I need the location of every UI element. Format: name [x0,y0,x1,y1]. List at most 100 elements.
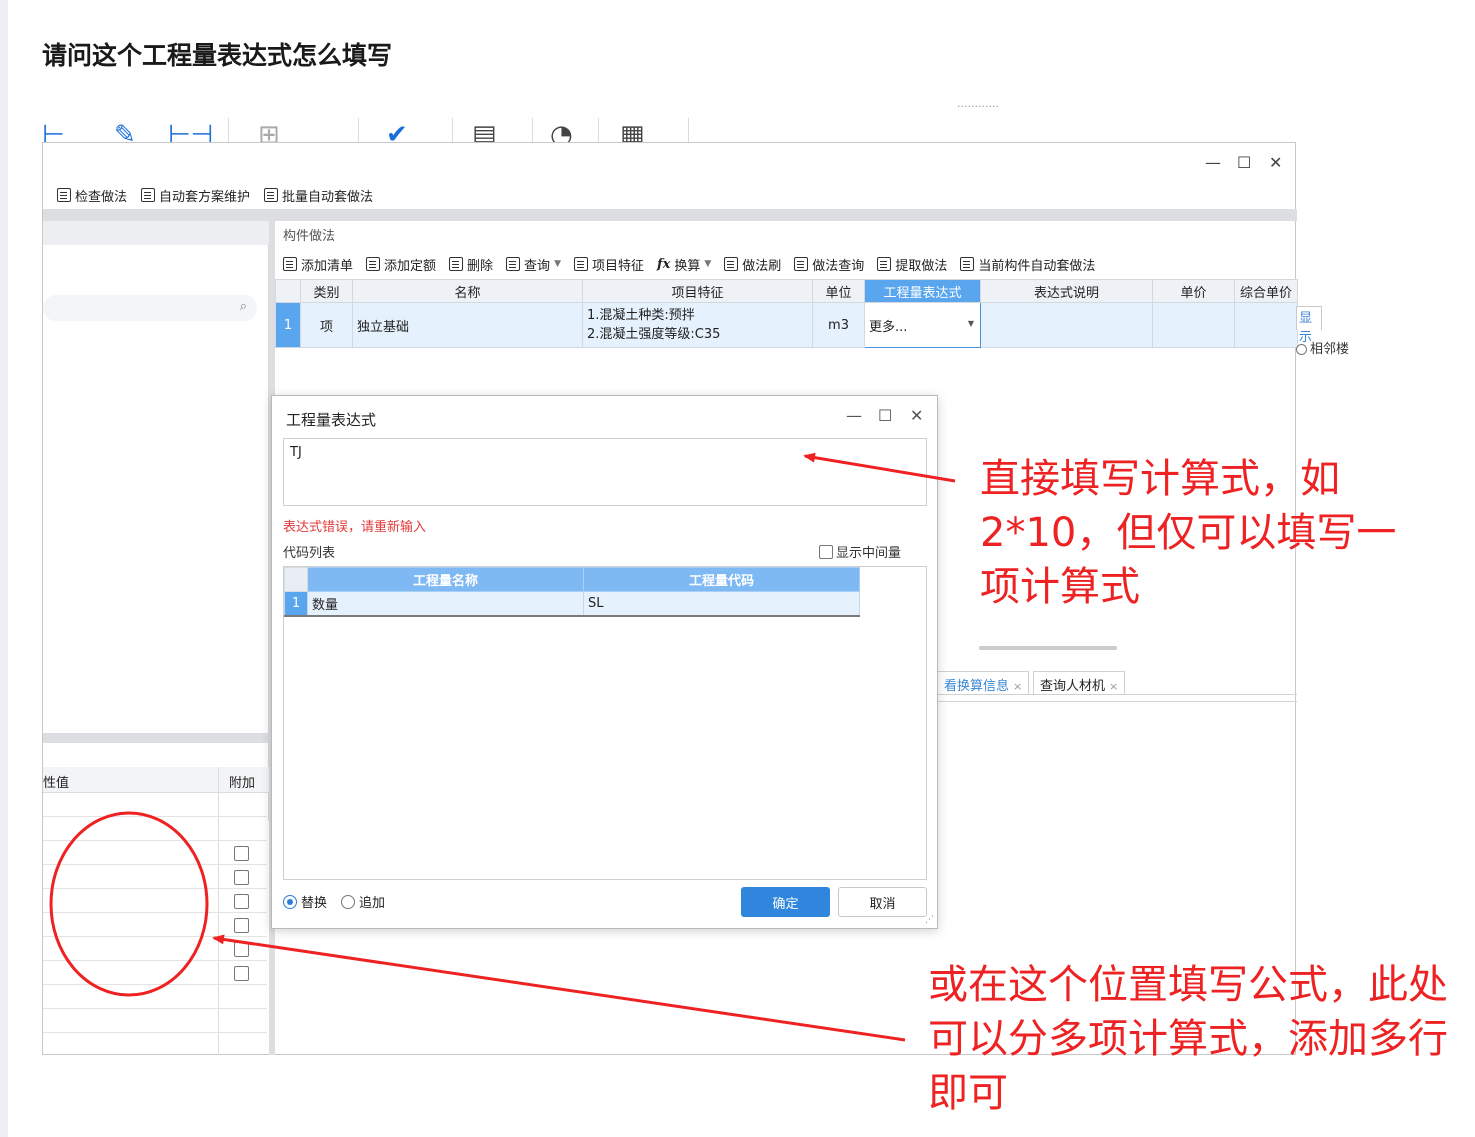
col-type[interactable]: 类别 [300,279,353,303]
bottom-tab-bar: 看换算信息 × 查询人材机 × [937,667,1297,695]
table-row[interactable]: 1 数量 SL [284,591,860,617]
annotation-note-2: 或在这个位置填写公式，此处可以分多项计算式，添加多行即可 [928,962,1448,1116]
checkbox-icon[interactable] [819,544,833,559]
left-search-input[interactable]: ⌕ [43,295,257,321]
close-tab-icon[interactable]: × [1013,680,1022,693]
radio-unselected-icon[interactable] [341,894,356,909]
horizontal-scrollbar[interactable] [979,646,1117,650]
cell-unit[interactable]: m3 [812,302,865,348]
current-auto-button[interactable]: 当前构件自动套做法 [960,255,1095,274]
feature-line-2: 2.混凝土强度等级:C35 [587,327,721,342]
error-message: 表达式错误，请重新输入 [283,520,427,535]
method-brush-button[interactable]: 做法刷 [724,255,781,274]
row-number: 1 [275,302,301,348]
page-left-strip [0,0,8,1137]
add-list-icon [283,257,297,271]
dialog-title: 工程量表达式 [286,411,377,429]
page-title: 请问这个工程量表达式怎么填写 [42,41,393,70]
col-expr-desc[interactable]: 表达式说明 [980,279,1153,303]
col-quantity-code[interactable]: 工程量代码 [583,567,860,592]
cell-type[interactable]: 项 [300,302,353,348]
extract-method-button[interactable]: 提取做法 [877,255,947,274]
grid-corner [275,279,301,303]
cell-expression-dropdown[interactable]: 更多... ▼ [864,302,981,348]
col-quantity-name[interactable]: 工程量名称 [307,567,584,592]
minimize-icon[interactable]: — [846,406,862,425]
ok-button[interactable]: 确定 [741,887,830,917]
resize-grip-icon[interactable]: ⋰ [925,915,934,925]
radio-append[interactable]: 追加 [341,892,385,911]
peek-tab[interactable]: 显示 [1296,306,1322,345]
attr-row[interactable] [43,817,267,841]
close-icon[interactable]: ✕ [910,406,923,425]
show-middle-checkbox[interactable]: 显示中间量 [819,542,901,561]
table-row[interactable]: 1 项 独立基础 1.混凝土种类:预拌 2.混凝土强度等级:C35 m3 更多.… [275,302,1298,348]
attr-checkbox[interactable] [234,942,249,957]
trash-icon [449,257,464,271]
maximize-icon[interactable]: ☐ [878,406,892,425]
feature-icon [573,257,588,271]
attr-checkbox[interactable] [234,894,249,909]
auto-scheme-button[interactable]: 自动套方案维护 [141,186,250,205]
feature-line-1: 1.混凝土种类:预拌 [587,308,695,323]
cancel-button[interactable]: 取消 [838,887,927,917]
brush-icon [724,257,739,271]
cell-quantity-code[interactable]: SL [583,591,860,617]
chevron-down-icon[interactable]: ▼ [968,319,974,328]
col-unit[interactable]: 单位 [812,279,865,303]
attr-checkbox[interactable] [234,966,249,981]
check-method-button[interactable]: 检查做法 [57,186,127,205]
attr-row[interactable] [43,985,267,1009]
extract-icon [877,257,892,271]
col-expression[interactable]: 工程量表达式 [864,279,981,303]
cell-quantity-name[interactable]: 数量 [307,591,584,617]
item-feature-button[interactable]: 项目特征 [573,255,644,274]
expression-dialog: 工程量表达式 — ☐ ✕ TJ 表达式错误，请重新输入 代码列表 显示中间量 工… [271,395,938,929]
check-icon [57,188,71,202]
expression-value: 更多... [869,319,908,335]
col-feature[interactable]: 项目特征 [582,279,813,303]
cell-expr-desc[interactable] [980,302,1153,348]
left-panel: ⌕ [43,221,269,821]
query-button[interactable]: 查询 ▼ [506,255,561,274]
radio-replace[interactable]: 替换 [283,892,327,911]
fx-icon: fx [657,256,671,272]
minimize-icon[interactable]: — [1205,153,1221,172]
radio-selected-icon[interactable] [283,894,297,909]
peek-radio[interactable]: 相邻楼 [1296,338,1349,357]
code-list: 工程量名称 工程量代码 1 数量 SL [283,566,927,880]
tab-convert-info[interactable]: 看换算信息 × [937,671,1030,695]
attr-row[interactable] [43,793,267,817]
col-total-price[interactable]: 综合单价 [1234,279,1298,303]
convert-button[interactable]: fx 换算 ▼ [657,255,711,274]
gray-divider [43,209,1297,221]
tab-query-labor[interactable]: 查询人材机 × [1033,671,1126,695]
col-name[interactable]: 名称 [352,279,583,303]
query-icon [506,257,521,271]
cell-price[interactable] [1152,302,1235,348]
mode-radio-group: 替换 追加 [283,892,385,911]
add-list-button[interactable]: 添加清单 [283,255,353,274]
delete-button[interactable]: 删除 [449,255,493,274]
close-tab-icon[interactable]: × [1109,680,1118,693]
maximize-icon[interactable]: ☐ [1237,153,1251,172]
attr-checkbox[interactable] [234,870,249,885]
close-icon[interactable]: ✕ [1269,153,1282,172]
attr-col-extra: 附加 [229,776,256,791]
add-quota-button[interactable]: 添加定额 [366,255,436,274]
annotation-note-1: 直接填写计算式，如2*10，但仅可以填写一项计算式 [980,456,1397,610]
attr-checkbox[interactable] [234,918,249,933]
cell-feature[interactable]: 1.混凝土种类:预拌 2.混凝土强度等级:C35 [582,302,813,348]
expression-input[interactable]: TJ [283,438,927,506]
panel-title: 构件做法 [283,229,336,244]
method-query-button[interactable]: 做法查询 [794,255,864,274]
radio-icon[interactable] [1296,344,1307,355]
batch-auto-button[interactable]: 批量自动套做法 [264,186,373,205]
attr-row[interactable] [43,1009,267,1033]
cell-total-price[interactable] [1234,302,1298,348]
add-quota-icon [366,257,381,271]
cell-name[interactable]: 独立基础 [352,302,583,348]
left-panel-header [43,221,269,245]
col-price[interactable]: 单价 [1152,279,1235,303]
attr-checkbox[interactable] [234,846,249,861]
